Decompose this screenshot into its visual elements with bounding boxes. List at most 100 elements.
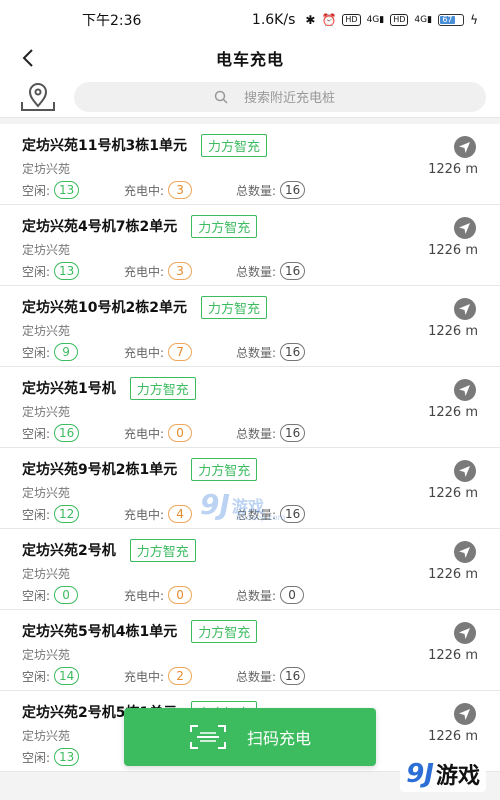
free-count: 12 — [54, 505, 80, 523]
station-card[interactable]: 定坊兴苑5号机4栋1单元 力方智充 定坊兴苑 空闲: 14 充电中: 2 总数量… — [0, 610, 500, 691]
hd-badge-2: HD — [390, 14, 409, 26]
free-label: 空闲: — [22, 507, 51, 522]
station-distance: 1226 m — [428, 324, 478, 339]
total-count: 16 — [280, 343, 306, 361]
station-distance: 1226 m — [428, 648, 478, 663]
station-title-row: 定坊兴苑10号机2栋2单元 力方智充 — [22, 294, 478, 320]
total-label: 总数量: — [236, 345, 277, 360]
brand-tag: 力方智充 — [129, 376, 196, 400]
free-count: 13 — [54, 748, 80, 766]
station-title-row: 定坊兴苑5号机4栋1单元 力方智充 — [22, 618, 478, 644]
chevron-left-icon — [22, 49, 33, 67]
brand-tag: 力方智充 — [191, 619, 258, 643]
navigate-icon[interactable] — [454, 298, 476, 320]
charging-label: 充电中: — [124, 507, 165, 522]
total-count: 16 — [280, 667, 306, 685]
station-name: 定坊兴苑4号机7栋2单元 — [22, 219, 178, 235]
free-count: 13 — [54, 262, 80, 280]
navigate-icon[interactable] — [454, 217, 476, 239]
station-stats: 空闲: 14 充电中: 2 总数量: 16 — [22, 667, 478, 685]
total-count: 16 — [280, 262, 306, 280]
free-count: 14 — [54, 667, 80, 685]
free-count: 9 — [54, 343, 79, 361]
total-label: 总数量: — [236, 183, 277, 198]
station-card[interactable]: 定坊兴苑10号机2栋2单元 力方智充 定坊兴苑 空闲: 9 充电中: 7 总数量… — [0, 286, 500, 367]
station-stats: 空闲: 13 充电中: 3 总数量: 16 — [22, 262, 478, 280]
map-pin-icon — [21, 82, 55, 111]
charging-count: 2 — [168, 667, 193, 685]
status-bar: 下午2:36 1.6K/s ✱ ⏰ HD 4G▮ HD 4G▮ 67 ϟ — [0, 0, 500, 40]
total-label: 总数量: — [236, 264, 277, 279]
charging-count: 3 — [168, 262, 193, 280]
scan-icon — [189, 725, 226, 749]
free-count: 13 — [54, 181, 80, 199]
brand-tag: 力方智充 — [191, 214, 258, 238]
station-card[interactable]: 定坊兴苑2号机 力方智充 定坊兴苑 空闲: 0 充电中: 0 总数量: 0 12… — [0, 529, 500, 610]
free-count: 0 — [54, 586, 79, 604]
charging-label: 充电中: — [124, 264, 165, 279]
total-count: 0 — [280, 586, 305, 604]
free-label: 空闲: — [22, 669, 51, 684]
station-card[interactable]: 定坊兴苑11号机3栋1单元 力方智充 定坊兴苑 空闲: 13 充电中: 3 总数… — [0, 124, 500, 205]
battery-level: 67 — [440, 16, 455, 24]
back-button[interactable] — [14, 44, 42, 72]
map-button[interactable] — [16, 79, 60, 115]
charging-bolt-icon: ϟ — [470, 13, 478, 27]
station-area: 定坊兴苑 — [22, 324, 71, 338]
status-time: 下午2:36 — [82, 13, 142, 29]
free-label: 空闲: — [22, 426, 51, 441]
signal-icon: 4G▮ — [366, 15, 385, 25]
scan-charge-button[interactable]: 扫码充电 — [124, 708, 376, 766]
charging-label: 充电中: — [124, 183, 165, 198]
station-title-row: 定坊兴苑11号机3栋1单元 力方智充 — [22, 132, 478, 158]
navigate-icon[interactable] — [454, 379, 476, 401]
station-card[interactable]: 定坊兴苑1号机 力方智充 定坊兴苑 空闲: 16 充电中: 0 总数量: 16 … — [0, 367, 500, 448]
total-count: 16 — [280, 424, 306, 442]
station-title-row: 定坊兴苑1号机 力方智充 — [22, 375, 478, 401]
status-indicators: 1.6K/s ✱ ⏰ HD 4G▮ HD 4G▮ 67 ϟ — [252, 12, 478, 28]
total-label: 总数量: — [236, 426, 277, 441]
navigate-icon[interactable] — [454, 541, 476, 563]
brand-tag: 力方智充 — [200, 295, 267, 319]
brand-tag: 力方智充 — [129, 538, 196, 562]
watermark-center: 9J 游戏 91danji.com — [200, 488, 286, 522]
page-title: 电车充电 — [215, 50, 284, 69]
station-name: 定坊兴苑11号机3栋1单元 — [22, 138, 187, 154]
station-area: 定坊兴苑 — [22, 162, 71, 176]
brand-tag: 力方智充 — [191, 457, 258, 481]
free-count: 16 — [54, 424, 80, 442]
alarm-icon: ⏰ — [321, 13, 337, 27]
station-name: 定坊兴苑2号机 — [22, 543, 116, 559]
free-label: 空闲: — [22, 750, 51, 765]
bluetooth-icon: ✱ — [305, 13, 316, 27]
navigate-icon[interactable] — [454, 703, 476, 725]
station-area: 定坊兴苑 — [22, 405, 71, 419]
free-label: 空闲: — [22, 345, 51, 360]
network-speed: 1.6K/s — [251, 12, 296, 28]
station-distance: 1226 m — [428, 729, 478, 744]
station-area: 定坊兴苑 — [22, 567, 71, 581]
scan-charge-label: 扫码充电 — [246, 729, 311, 748]
search-input[interactable]: 搜索附近充电桩 — [74, 81, 486, 112]
navigate-icon[interactable] — [454, 460, 476, 482]
nav-bar: 电车充电 — [0, 40, 500, 76]
charging-count: 3 — [168, 181, 193, 199]
navigate-icon[interactable] — [454, 622, 476, 644]
free-label: 空闲: — [22, 264, 51, 279]
search-row: 搜索附近充电桩 — [0, 76, 500, 118]
station-name: 定坊兴苑1号机 — [22, 381, 116, 397]
free-label: 空闲: — [22, 183, 51, 198]
station-distance: 1226 m — [428, 405, 478, 420]
navigate-icon[interactable] — [454, 136, 476, 158]
total-count: 16 — [280, 181, 306, 199]
charging-count: 0 — [168, 586, 193, 604]
station-list: 定坊兴苑11号机3栋1单元 力方智充 定坊兴苑 空闲: 13 充电中: 3 总数… — [0, 124, 500, 772]
total-label: 总数量: — [236, 588, 277, 603]
station-card[interactable]: 定坊兴苑4号机7栋2单元 力方智充 定坊兴苑 空闲: 13 充电中: 3 总数量… — [0, 205, 500, 286]
search-placeholder: 搜索附近充电桩 — [244, 91, 336, 106]
station-name: 定坊兴苑9号机2栋1单元 — [22, 462, 178, 478]
charging-label: 充电中: — [124, 588, 165, 603]
charging-count: 7 — [168, 343, 193, 361]
hd-badge: HD — [342, 14, 361, 26]
station-title-row: 定坊兴苑2号机 力方智充 — [22, 537, 478, 563]
